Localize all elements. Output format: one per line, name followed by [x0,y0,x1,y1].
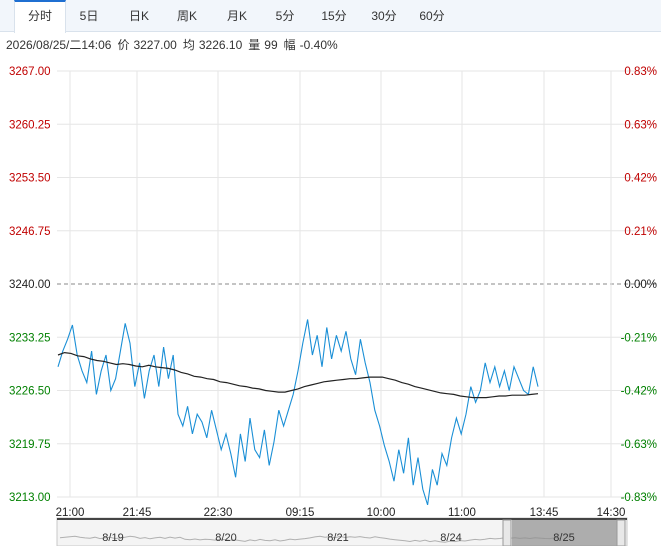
y-price-tick-label: 3267.00 [9,66,51,78]
price-label: 价 [117,38,130,52]
y-percent-tick-label: -0.21% [621,332,657,344]
y-price-tick-label: 3226.50 [9,386,51,398]
navigator-date-label: 8/21 [327,532,348,544]
x-time-tick-label: 13:45 [530,507,559,519]
navigator-handle-left[interactable] [502,519,512,546]
y-percent-tick-label: 0.00% [624,279,657,291]
quote-datetime: 2026/08/25/二14:06 [6,38,112,52]
x-time-tick-label: 10:00 [367,507,396,519]
x-time-tick-label: 21:00 [56,507,85,519]
tab-5-min[interactable]: 5分 [268,0,302,32]
y-percent-tick-label: -0.42% [621,386,657,398]
price-value: 3227.00 [133,38,177,52]
y-price-tick-label: 3246.75 [9,226,51,238]
y-price-tick-label: 3253.50 [9,173,51,185]
price-line [57,319,539,506]
tab-15-min[interactable]: 15分 [314,0,354,32]
y-percent-tick-label: -0.83% [621,492,657,504]
change-value: -0.40% [299,38,338,52]
tab-60-min[interactable]: 60分 [412,0,452,32]
x-time-tick-label: 14:30 [597,507,626,519]
y-price-tick-label: 3213.00 [9,492,51,504]
navigator-handle-right[interactable] [616,519,626,546]
change-label: 幅 [283,38,296,52]
y-price-tick-label: 3219.75 [9,439,51,451]
navigator-date-label: 8/24 [440,532,461,544]
tab-5-day[interactable]: 5日 [72,0,106,32]
tab-intraday[interactable]: 分时 [14,0,66,33]
x-time-tick-label: 22:30 [204,507,233,519]
x-time-tick-label: 09:15 [286,507,315,519]
avg-value: 3226.10 [198,38,243,52]
volume-label: 量 [248,38,261,52]
y-percent-tick-label: -0.63% [621,439,657,451]
x-time-tick-label: 21:45 [123,507,152,519]
avg-label: 均 [182,38,195,52]
navigator-date-label: 8/19 [102,532,123,544]
quote-info-bar: 2026/08/25/二14:06 价 3227.00 均 3226.10 量 99 幅 -0.… [6,36,344,54]
y-percent-tick-label: 0.63% [624,119,657,131]
y-price-tick-label: 3233.25 [9,332,51,344]
tab-daily-k[interactable]: 日K [120,0,158,32]
y-price-tick-label: 3240.00 [9,279,51,291]
intraday-price-chart[interactable]: 3267.00 0.83% 3260.25 0.63% 3253.50 0.42% 3246… [0,58,661,546]
period-tab-bar: 分时 5日 日K 周K 月K 5分 15分 30分 60分 [0,0,661,33]
tab-monthly-k[interactable]: 月K [218,0,256,32]
navigator-date-label: 8/25 [553,532,574,544]
tab-weekly-k[interactable]: 周K [168,0,206,32]
y-percent-tick-label: 0.83% [624,66,657,78]
y-percent-tick-label: 0.21% [624,226,657,238]
navigator-date-label: 8/20 [215,532,236,544]
y-percent-tick-label: 0.42% [624,173,657,185]
x-time-tick-label: 11:00 [448,507,476,519]
y-price-tick-label: 3260.25 [9,119,51,131]
volume-value: 99 [264,38,278,52]
tab-30-min[interactable]: 30分 [364,0,404,32]
